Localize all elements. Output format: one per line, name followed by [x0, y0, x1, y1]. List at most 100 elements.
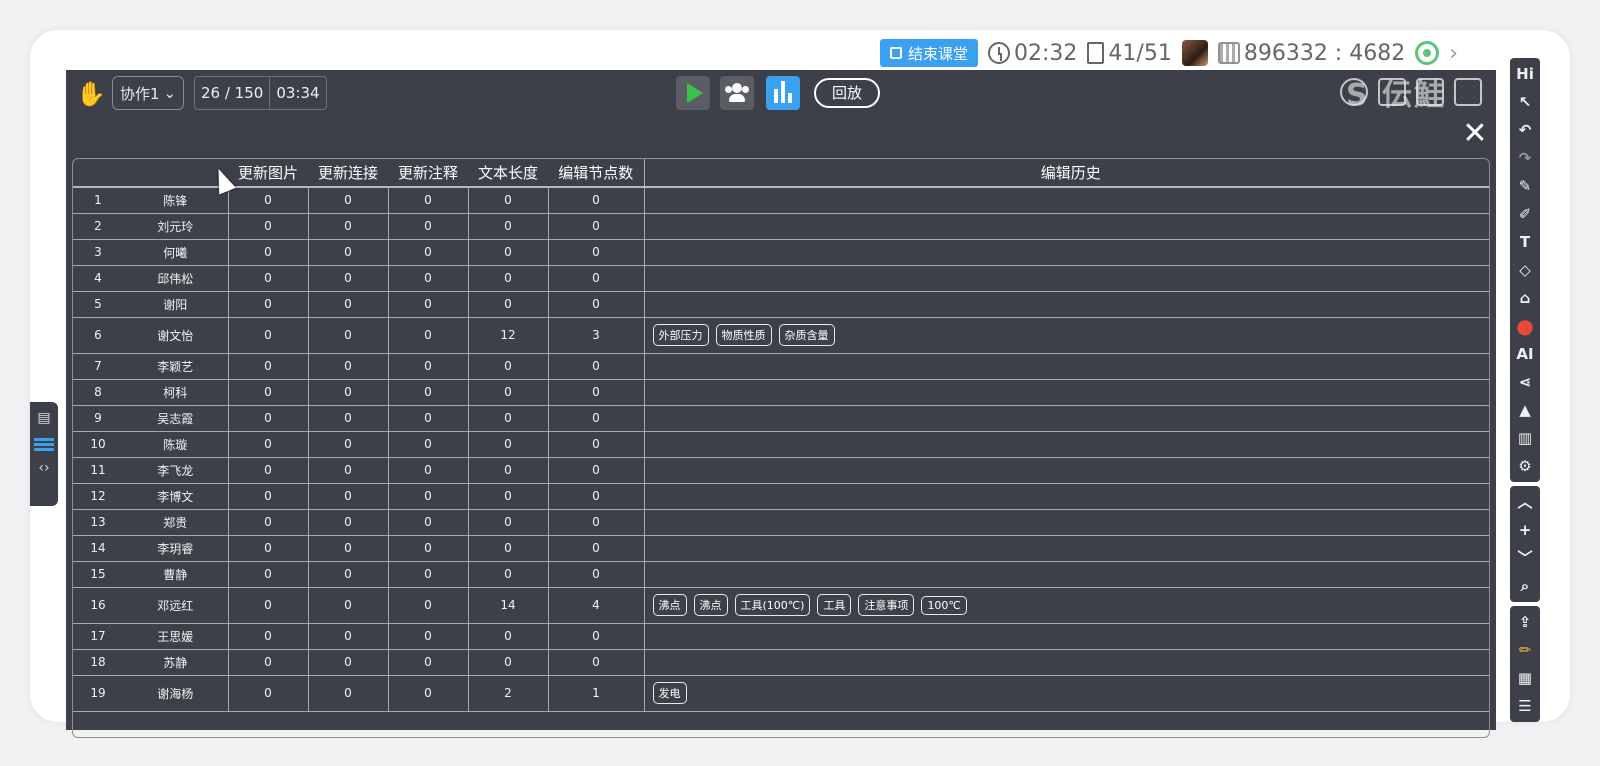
- statistics-button[interactable]: [766, 76, 800, 110]
- upload-icon[interactable]: ⇪: [1510, 608, 1540, 636]
- table-row[interactable]: 14 李玥睿 0 0 0 0 0: [73, 535, 1489, 562]
- undo-icon[interactable]: ↶: [1510, 116, 1540, 144]
- table-row[interactable]: 13 郑贵 0 0 0 0 0: [73, 509, 1489, 536]
- notes-updated: 0: [387, 353, 468, 380]
- history-chip[interactable]: 外部压力: [652, 324, 709, 346]
- chevron-right-icon[interactable]: ›: [1449, 41, 1458, 66]
- images-updated: 0: [227, 675, 308, 712]
- student-name: 王思媛: [123, 623, 228, 650]
- images-updated: 0: [227, 483, 308, 510]
- end-class-button[interactable]: 结束课堂: [880, 39, 979, 67]
- images-updated: 0: [227, 265, 308, 292]
- notes-updated: 0: [387, 649, 468, 676]
- code-icon[interactable]: ‹›: [34, 460, 54, 480]
- close-icon[interactable]: ✕: [1460, 119, 1490, 150]
- table-row[interactable]: 2 刘元玲 0 0 0 0 0: [73, 213, 1489, 240]
- table-row[interactable]: 15 曹静 0 0 0 0 0: [73, 561, 1489, 588]
- redo-icon[interactable]: ↷: [1510, 144, 1540, 172]
- history-chip[interactable]: 沸点: [652, 594, 687, 616]
- student-name: 李玥睿: [123, 535, 228, 562]
- table-row[interactable]: 1 陈锋 0 0 0 0 0: [73, 187, 1489, 214]
- nodes-edited: 0: [547, 265, 644, 292]
- col-header-node-count[interactable]: 编辑节点数: [548, 159, 644, 188]
- list-icon[interactable]: ☰: [1510, 692, 1540, 720]
- history-chip[interactable]: 沸点: [693, 594, 728, 616]
- text-export-icon[interactable]: [1378, 78, 1406, 106]
- window-icon[interactable]: [1416, 78, 1444, 106]
- group-select[interactable]: 协作1 ⌄: [112, 76, 184, 110]
- table-row[interactable]: 11 李飞龙 0 0 0 0 0: [73, 457, 1489, 484]
- table-row[interactable]: 18 苏静 0 0 0 0 0: [73, 649, 1489, 676]
- mindmap-icon[interactable]: [1340, 78, 1368, 106]
- col-header-text-length[interactable]: 文本长度: [468, 159, 548, 188]
- col-header-images[interactable]: 更新图片: [228, 159, 308, 188]
- images-updated: 0: [227, 457, 308, 484]
- table-row[interactable]: 6 谢文怡 0 0 0 12 3 外部压力 物质性质 杂质含量: [73, 317, 1489, 354]
- table-row[interactable]: 19 谢海杨 0 0 0 2 1 发电: [73, 675, 1489, 712]
- color-palette-icon[interactable]: ●: [1510, 312, 1540, 340]
- row-number: 12: [73, 483, 123, 510]
- table-row[interactable]: 5 谢阳 0 0 0 0 0: [73, 291, 1489, 318]
- room-code[interactable]: 896332 : 4682: [1217, 40, 1406, 66]
- pencil-icon[interactable]: ✏: [1510, 636, 1540, 664]
- brush-icon[interactable]: ✐: [1510, 200, 1540, 228]
- pointer-icon[interactable]: ↖: [1510, 88, 1540, 116]
- settings-icon[interactable]: ⚙: [1510, 452, 1540, 480]
- history-chip[interactable]: 工具: [817, 594, 852, 616]
- play-button[interactable]: [676, 76, 710, 110]
- hi-label[interactable]: Hi: [1510, 60, 1540, 88]
- col-header-history[interactable]: 编辑历史: [643, 159, 1489, 188]
- grid-icon[interactable]: ▦: [1510, 664, 1540, 692]
- table-row[interactable]: 16 邓远红 0 0 0 14 4 沸点 沸点 工具(100℃) 工具 注意事项 100℃: [73, 587, 1489, 624]
- chevron-down-icon[interactable]: ﹀: [1510, 544, 1540, 572]
- trash-icon[interactable]: ▥: [1510, 424, 1540, 452]
- notes-updated: 0: [387, 431, 468, 458]
- row-number: 16: [73, 587, 123, 624]
- clear-icon[interactable]: ⌂: [1510, 284, 1540, 312]
- chevron-up-icon[interactable]: ︿: [1510, 488, 1540, 516]
- edit-history: 外部压力 物质性质 杂质含量: [643, 317, 1489, 354]
- text-length: 0: [467, 561, 548, 588]
- table-row[interactable]: 10 陈璇 0 0 0 0 0: [73, 431, 1489, 458]
- text-icon[interactable]: T: [1510, 228, 1540, 256]
- table-row[interactable]: 12 李博文 0 0 0 0 0: [73, 483, 1489, 510]
- table-row[interactable]: 3 何曦 0 0 0 0 0: [73, 239, 1489, 266]
- col-header-notes[interactable]: 更新注释: [388, 159, 468, 188]
- table-row[interactable]: 17 王思媛 0 0 0 0 0: [73, 623, 1489, 650]
- row-number: 11: [73, 457, 123, 484]
- notes-updated: 0: [387, 291, 468, 318]
- col-header: [73, 159, 123, 188]
- hands-icon[interactable]: ✋: [76, 80, 106, 108]
- eraser-icon[interactable]: ◇: [1510, 256, 1540, 284]
- page-counter[interactable]: 41/51: [1087, 41, 1172, 66]
- table-row[interactable]: 8 柯科 0 0 0 0 0: [73, 379, 1489, 406]
- room-code-value: 896332 : 4682: [1243, 40, 1406, 66]
- table-row[interactable]: 4 邱伟松 0 0 0 0 0: [73, 265, 1489, 292]
- history-chip[interactable]: 工具(100℃): [734, 594, 811, 616]
- table-row[interactable]: 9 吴志霞 0 0 0 0 0: [73, 405, 1489, 432]
- col-header-links[interactable]: 更新连接: [308, 159, 388, 188]
- layers-icon[interactable]: [34, 438, 54, 452]
- table-row[interactable]: 7 李颖艺 0 0 0 0 0: [73, 353, 1489, 380]
- pen-icon[interactable]: ✎: [1510, 172, 1540, 200]
- group-view-button[interactable]: [720, 76, 754, 110]
- history-chip[interactable]: 100℃: [921, 596, 967, 615]
- plus-icon[interactable]: +: [1510, 516, 1540, 544]
- avatar[interactable]: [1181, 40, 1208, 66]
- checkbox-icon[interactable]: [1454, 78, 1482, 106]
- search-icon[interactable]: ⌕: [1510, 572, 1540, 600]
- images-updated: 0: [227, 561, 308, 588]
- stamp-icon[interactable]: ▲: [1510, 396, 1540, 424]
- folder-icon[interactable]: ▤: [34, 410, 54, 430]
- left-side-tab[interactable]: ▤ ‹›: [30, 402, 58, 506]
- row-number: 10: [73, 431, 123, 458]
- student-name: 曹静: [123, 561, 228, 588]
- history-chip[interactable]: 注意事项: [858, 594, 915, 616]
- history-chip[interactable]: 物质性质: [715, 324, 772, 346]
- history-chip[interactable]: 杂质含量: [778, 324, 835, 346]
- replay-button[interactable]: 回放: [814, 78, 880, 108]
- row-number: 2: [73, 213, 123, 240]
- history-chip[interactable]: 发电: [652, 682, 687, 704]
- ai-icon[interactable]: AI: [1510, 340, 1540, 368]
- share-icon[interactable]: ⋖: [1510, 368, 1540, 396]
